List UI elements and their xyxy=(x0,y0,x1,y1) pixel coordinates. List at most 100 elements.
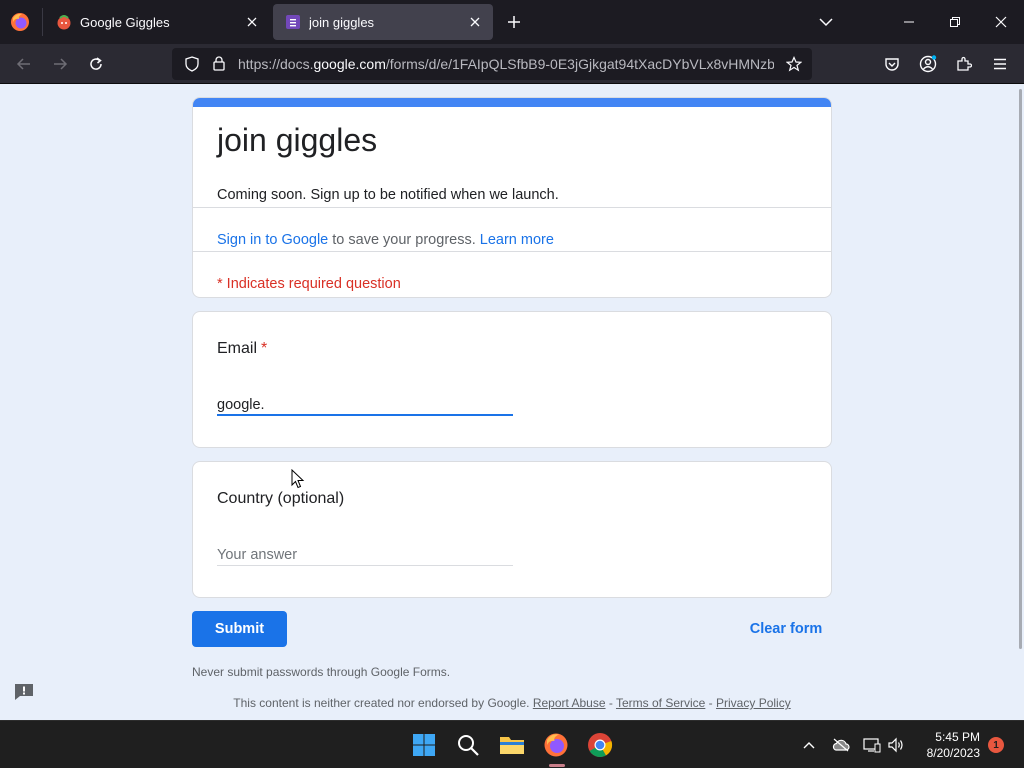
country-input-underline xyxy=(217,565,513,566)
signin-prompt: Sign in to Google to save your progress.… xyxy=(217,232,554,248)
arrow-right-icon xyxy=(54,58,68,70)
minimize-icon xyxy=(904,21,914,23)
tab-join-giggles[interactable]: join giggles xyxy=(273,4,493,40)
google-giggles-favicon-icon xyxy=(57,15,71,30)
url-text[interactable]: https://docs.google.com/forms/d/e/1FAIpQ… xyxy=(238,56,774,72)
arrow-left-icon xyxy=(16,58,30,70)
taskbar-clock[interactable]: 5:45 PM 8/20/2023 xyxy=(916,729,980,761)
new-tab-button[interactable] xyxy=(502,10,526,34)
privacy-policy-link[interactable]: Privacy Policy xyxy=(716,696,791,710)
active-app-indicator xyxy=(549,764,565,767)
address-bar[interactable]: https://docs.google.com/forms/d/e/1FAIpQ… xyxy=(172,48,812,80)
terms-of-service-link[interactable]: Terms of Service xyxy=(616,696,705,710)
file-explorer-button[interactable] xyxy=(496,729,528,761)
password-warning: Never submit passwords through Google Fo… xyxy=(192,665,451,679)
bookmark-star-icon[interactable] xyxy=(786,56,802,72)
form-page: join giggles Coming soon. Sign up to be … xyxy=(0,85,1024,720)
clock-date: 8/20/2023 xyxy=(926,746,980,760)
forward-button[interactable] xyxy=(46,50,74,78)
footer-separator: - xyxy=(605,696,616,710)
restore-icon xyxy=(950,17,960,27)
account-button[interactable] xyxy=(914,50,942,78)
form-color-bar xyxy=(193,98,831,107)
firefox-menu-icon[interactable] xyxy=(10,12,30,32)
pocket-icon xyxy=(885,58,899,71)
signin-text: to save your progress. xyxy=(328,232,480,248)
restore-button[interactable] xyxy=(932,0,978,44)
puzzle-icon xyxy=(957,56,972,71)
email-input-underline xyxy=(217,414,513,416)
form-description: Coming soon. Sign up to be notified when… xyxy=(217,187,559,203)
firefox-taskbar-button[interactable] xyxy=(540,729,572,761)
account-icon xyxy=(919,55,937,73)
start-button[interactable] xyxy=(408,729,440,761)
lock-icon[interactable] xyxy=(212,55,226,72)
browser-nav-bar: https://docs.google.com/forms/d/e/1FAIpQ… xyxy=(0,44,1024,84)
question-label-email: Email * xyxy=(217,340,267,358)
google-forms-favicon-icon xyxy=(286,15,300,29)
tab-separator xyxy=(42,8,43,36)
url-domain: google.com xyxy=(313,56,386,72)
folder-icon xyxy=(500,737,524,754)
learn-more-link[interactable]: Learn more xyxy=(480,232,554,248)
reload-icon xyxy=(90,57,102,70)
footer-text: This content is neither created nor endo… xyxy=(233,696,533,710)
close-tab-icon[interactable] xyxy=(463,10,487,34)
search-button[interactable] xyxy=(452,729,484,761)
app-menu-button[interactable] xyxy=(986,50,1014,78)
show-hidden-icons-button[interactable] xyxy=(799,735,819,755)
footer-disclaimer: This content is neither created nor endo… xyxy=(0,696,1024,710)
tab-title: Google Giggles xyxy=(80,14,170,30)
tab-google-giggles[interactable]: Google Giggles xyxy=(44,4,270,40)
report-abuse-link[interactable]: Report Abuse xyxy=(533,696,606,710)
url-path: /forms/d/e/1FAIpQLSfbB9-0E3jGjkgat94tXac… xyxy=(385,56,774,72)
divider xyxy=(193,251,831,252)
submit-button[interactable]: Submit xyxy=(192,611,287,647)
form-header-card: join giggles Coming soon. Sign up to be … xyxy=(192,97,832,298)
shield-icon[interactable] xyxy=(184,56,200,72)
close-window-button[interactable] xyxy=(978,0,1024,44)
url-prefix: https://docs. xyxy=(238,56,314,72)
volume-tray-button[interactable] xyxy=(886,735,906,755)
mouse-cursor-icon xyxy=(291,469,305,489)
page-scrollbar[interactable] xyxy=(1019,89,1022,649)
speaker-icon xyxy=(888,737,903,753)
close-icon xyxy=(995,16,1007,28)
question-card-country: Country (optional) xyxy=(192,461,832,598)
notification-badge[interactable]: 1 xyxy=(988,737,1004,753)
question-label-text: Email xyxy=(217,340,258,357)
question-label-country: Country (optional) xyxy=(217,490,345,507)
question-card-email: Email * xyxy=(192,311,832,448)
divider xyxy=(193,207,831,208)
extensions-button[interactable] xyxy=(950,50,978,78)
onedrive-tray-button[interactable] xyxy=(831,735,851,755)
chevron-up-icon xyxy=(803,742,815,749)
signin-link[interactable]: Sign in to Google xyxy=(217,232,328,248)
reload-button[interactable] xyxy=(82,50,110,78)
plus-icon xyxy=(508,16,520,28)
pocket-button[interactable] xyxy=(878,50,906,78)
chevron-down-icon xyxy=(819,18,833,27)
list-all-tabs-button[interactable] xyxy=(814,10,838,34)
hamburger-menu-icon xyxy=(994,58,1006,70)
chrome-taskbar-button[interactable] xyxy=(584,729,616,761)
clock-time: 5:45 PM xyxy=(935,730,980,744)
footer-separator: - xyxy=(705,696,717,710)
minimize-button[interactable] xyxy=(886,0,932,44)
chrome-icon xyxy=(588,733,613,758)
close-tab-icon[interactable] xyxy=(240,10,264,34)
required-note: * Indicates required question xyxy=(217,276,401,292)
windows-logo-icon xyxy=(413,734,435,756)
required-asterisk: * xyxy=(261,340,268,357)
search-icon xyxy=(458,735,479,756)
windows-taskbar: 5:45 PM 8/20/2023 1 xyxy=(0,720,1024,768)
tab-title: join giggles xyxy=(309,14,375,30)
report-feedback-icon[interactable] xyxy=(13,682,35,702)
clear-form-button[interactable]: Clear form xyxy=(740,611,832,647)
back-button[interactable] xyxy=(10,50,38,78)
cloud-off-icon xyxy=(832,738,850,752)
network-tray-button[interactable] xyxy=(862,735,882,755)
form-title: join giggles xyxy=(217,122,378,158)
firefox-icon xyxy=(544,733,568,757)
network-icon xyxy=(863,738,881,753)
